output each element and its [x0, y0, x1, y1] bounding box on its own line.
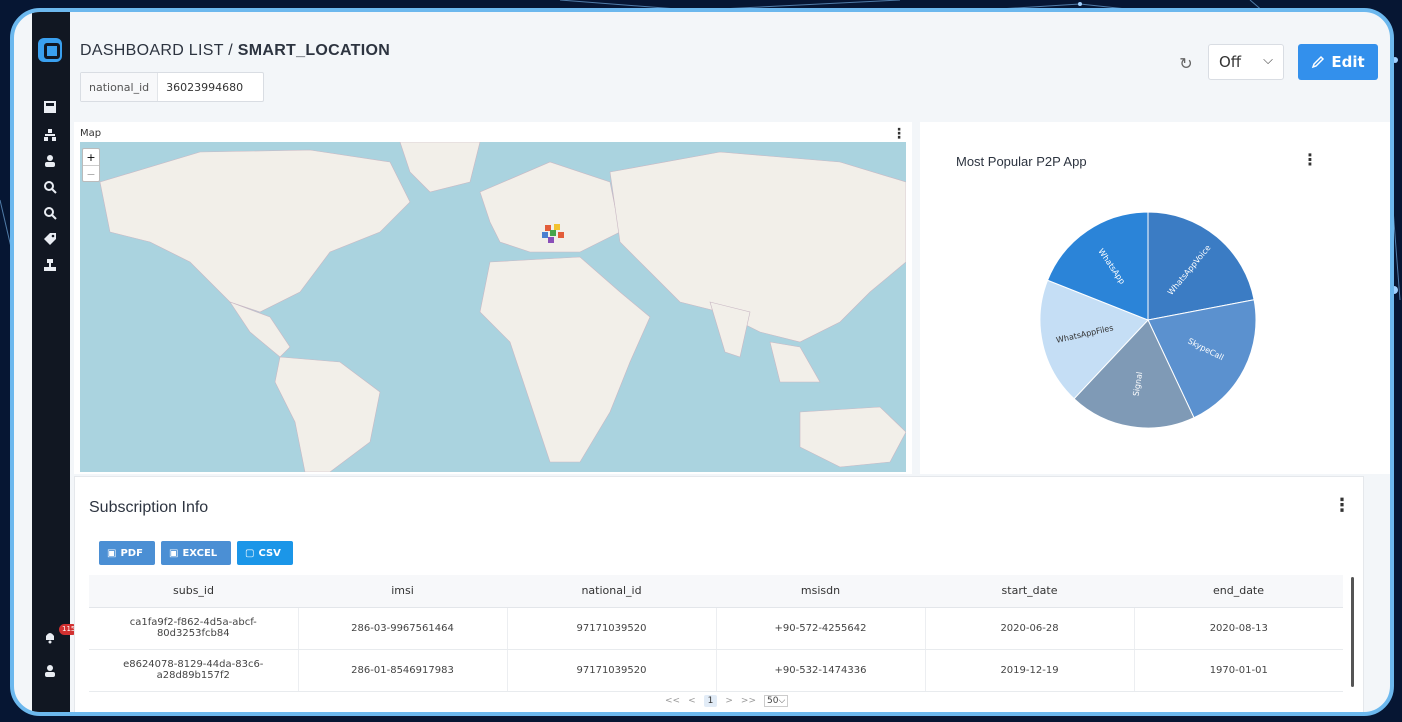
profile-icon[interactable]: [43, 664, 57, 678]
column-header[interactable]: start_date: [925, 575, 1134, 608]
zoom-in-button[interactable]: +: [83, 149, 99, 166]
breadcrumb: DASHBOARD LIST / SMART_LOCATION: [80, 42, 390, 60]
next-page-button[interactable]: >: [725, 696, 733, 706]
dashboard-icon[interactable]: [43, 100, 57, 114]
export-csv-label: CSV: [258, 547, 281, 559]
map-landmass: [99, 142, 906, 472]
pie-chart: WhatsAppVoiceSkypeCallSignalWhatsAppFile…: [1039, 211, 1257, 429]
auto-refresh-select[interactable]: Off ⌵: [1208, 44, 1284, 80]
table-header-row: subs_id imsi national_id msisdn start_da…: [89, 575, 1343, 608]
cell-start-date: 2020-06-28: [925, 607, 1135, 650]
cell-msisdn: +90-572-4255642: [716, 607, 926, 650]
breadcrumb-parent[interactable]: DASHBOARD LIST /: [80, 42, 238, 59]
app-window: 115 DASHBOARD LIST / SMART_LOCATION nati…: [10, 8, 1394, 716]
cell-national-id: 97171039520: [507, 607, 717, 650]
cell-imsi: 286-03-9967561464: [298, 607, 508, 650]
cell-msisdn: +90-532-1474336: [716, 649, 926, 692]
auto-refresh-value: Off: [1219, 53, 1242, 71]
breadcrumb-current: SMART_LOCATION: [237, 42, 391, 59]
world-map[interactable]: + −: [80, 142, 906, 472]
cell-start-date: 2019-12-19: [925, 649, 1135, 692]
export-pdf-button[interactable]: ▣ PDF: [99, 541, 155, 565]
notification-icon[interactable]: [43, 630, 57, 644]
zoom-search-icon[interactable]: [43, 180, 57, 194]
search-icon[interactable]: [43, 206, 57, 220]
pagination: << < 1 > >> 50⌵: [665, 695, 789, 707]
subscription-panel: Subscription Info ⋮ ▣ PDF ▣ EXCEL ▢ CSV …: [74, 476, 1364, 712]
prev-page-button[interactable]: <: [688, 696, 696, 706]
pdf-file-icon: ▣: [107, 547, 117, 559]
export-pdf-label: PDF: [120, 547, 143, 559]
refresh-icon[interactable]: ↻: [1176, 54, 1196, 74]
page-size-value: 50: [767, 696, 779, 706]
column-header[interactable]: national_id: [507, 575, 716, 608]
current-page[interactable]: 1: [703, 695, 718, 707]
csv-file-icon: ▢: [245, 547, 255, 559]
export-excel-label: EXCEL: [182, 547, 218, 559]
cell-imsi: 286-01-8546917983: [298, 649, 508, 692]
hierarchy-icon[interactable]: [43, 128, 57, 142]
national-id-filter[interactable]: national_id 36023994680: [80, 72, 264, 102]
export-csv-button[interactable]: ▢ CSV: [237, 541, 293, 565]
subscription-title: Subscription Info: [89, 499, 209, 516]
page-size-select[interactable]: 50⌵: [764, 695, 789, 707]
sidebar: 115: [32, 12, 79, 712]
cell-end-date: 2020-08-13: [1134, 607, 1343, 650]
cell-national-id: 97171039520: [507, 649, 717, 692]
table-scrollbar[interactable]: [1351, 577, 1354, 687]
app-logo-icon[interactable]: [38, 38, 62, 62]
zoom-out-button[interactable]: −: [83, 166, 99, 183]
excel-file-icon: ▣: [169, 547, 179, 559]
p2p-app-panel: Most Popular P2P App ⋮ WhatsAppVoice Skyp…: [920, 122, 1390, 474]
subscription-menu-icon[interactable]: ⋮: [1333, 495, 1351, 516]
last-page-button[interactable]: >>: [741, 696, 756, 706]
pencil-icon: [1312, 55, 1325, 69]
map-title: Map: [80, 128, 102, 139]
export-toolbar: ▣ PDF ▣ EXCEL ▢ CSV: [99, 541, 293, 565]
cell-subs-id: ca1fa9f2-f862-4d5a-abcf-80d3253fcb84: [89, 607, 299, 650]
filter-value[interactable]: 36023994680: [158, 81, 251, 94]
map-panel: Map ⋮ + −: [74, 122, 912, 474]
table-row[interactable]: e8624078-8129-44da-83c6-a28d89b157f2 286…: [89, 649, 1343, 692]
edit-label: Edit: [1331, 53, 1365, 71]
chevron-down-icon: ⌵: [1263, 53, 1273, 68]
column-header[interactable]: msisdn: [716, 575, 925, 608]
edit-button[interactable]: Edit: [1298, 44, 1378, 80]
cell-subs-id: e8624078-8129-44da-83c6-a28d89b157f2: [89, 649, 299, 692]
column-header[interactable]: imsi: [298, 575, 507, 608]
map-menu-icon[interactable]: ⋮: [892, 126, 906, 142]
cell-end-date: 1970-01-01: [1134, 649, 1343, 692]
first-page-button[interactable]: <<: [665, 696, 680, 706]
subscription-table: subs_id imsi national_id msisdn start_da…: [89, 575, 1343, 692]
table-row[interactable]: ca1fa9f2-f862-4d5a-abcf-80d3253fcb84 286…: [89, 607, 1343, 650]
network-icon[interactable]: [43, 258, 57, 272]
user-icon[interactable]: [43, 154, 57, 168]
filter-key-label: national_id: [81, 73, 159, 101]
dashboard-header: DASHBOARD LIST / SMART_LOCATION national…: [74, 12, 1390, 122]
export-excel-button[interactable]: ▣ EXCEL: [161, 541, 231, 565]
column-header[interactable]: end_date: [1134, 575, 1343, 608]
map-zoom-control: + −: [82, 148, 100, 182]
tag-icon[interactable]: [43, 232, 57, 246]
column-header[interactable]: subs_id: [89, 575, 298, 608]
